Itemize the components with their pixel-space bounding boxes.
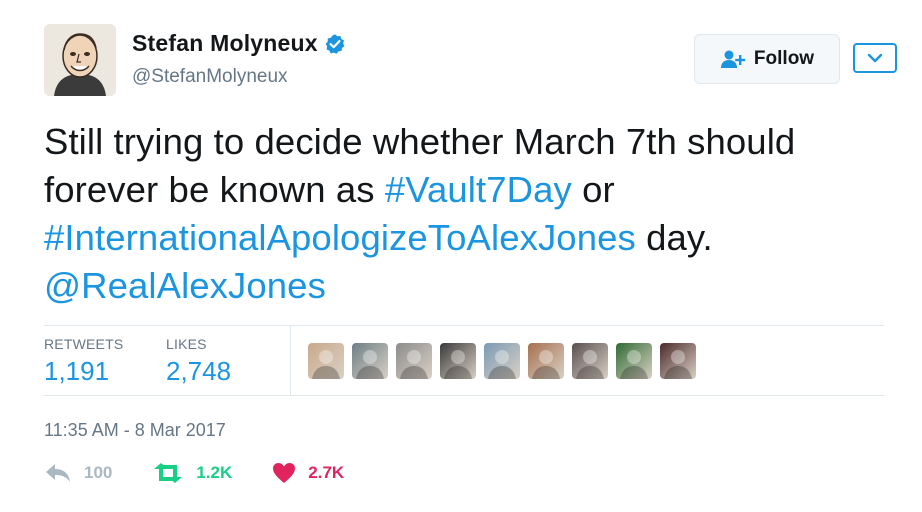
chevron-down-icon bbox=[867, 53, 883, 63]
liker-avatar-3[interactable] bbox=[396, 343, 432, 379]
likes-stat[interactable]: LIKES 2,748 bbox=[166, 336, 231, 387]
stats-divider-bottom bbox=[44, 395, 884, 396]
stats-separator bbox=[290, 326, 291, 395]
tweet-text: Still trying to decide whether March 7th… bbox=[44, 118, 904, 310]
author-name-row: Stefan Molyneux bbox=[132, 30, 346, 57]
like-count: 2.7K bbox=[308, 463, 345, 482]
mention-link-realalexjones[interactable]: @RealAlexJones bbox=[44, 265, 326, 306]
like-button[interactable]: 2.7K bbox=[272, 462, 344, 484]
cartoon-portrait-avatar-icon bbox=[44, 24, 116, 96]
liker-avatar-5[interactable] bbox=[484, 343, 520, 379]
stats-divider-top bbox=[44, 325, 884, 326]
author-avatar[interactable] bbox=[44, 24, 116, 96]
tweet-text-part: or bbox=[571, 169, 615, 210]
tweet-timestamp[interactable]: 11:35 AM - 8 Mar 2017 bbox=[44, 420, 226, 441]
liker-avatar-9[interactable] bbox=[660, 343, 696, 379]
retweets-label: RETWEETS bbox=[44, 336, 124, 352]
liker-avatar-8[interactable] bbox=[616, 343, 652, 379]
add-user-icon bbox=[720, 50, 746, 68]
reply-button[interactable]: 100 bbox=[44, 462, 112, 484]
author-handle[interactable]: @StefanMolyneux bbox=[132, 66, 288, 88]
verified-badge-icon bbox=[325, 33, 345, 54]
hashtag-link-apologize[interactable]: #InternationalApologizeToAlexJones bbox=[44, 217, 636, 258]
retweet-count: 1.2K bbox=[196, 463, 233, 482]
tweet-actions: 100 1.2K 2.7K bbox=[44, 462, 384, 484]
retweet-button[interactable]: 1.2K bbox=[152, 462, 232, 484]
heart-icon bbox=[273, 463, 296, 483]
reply-count: 100 bbox=[84, 463, 113, 482]
author-display-name[interactable]: Stefan Molyneux bbox=[132, 30, 318, 57]
retweets-stat[interactable]: RETWEETS 1,191 bbox=[44, 336, 123, 387]
tweet-menu-button[interactable] bbox=[853, 43, 897, 73]
likes-value: 2,748 bbox=[166, 356, 232, 386]
liker-avatar-6[interactable] bbox=[528, 343, 564, 379]
liker-avatars bbox=[308, 343, 704, 379]
liker-avatar-4[interactable] bbox=[440, 343, 476, 379]
follow-button[interactable]: Follow bbox=[694, 34, 840, 84]
follow-button-label: Follow bbox=[753, 48, 815, 69]
liker-avatar-1[interactable] bbox=[308, 343, 344, 379]
liker-avatar-7[interactable] bbox=[572, 343, 608, 379]
retweets-value: 1,191 bbox=[44, 356, 110, 386]
liker-avatar-2[interactable] bbox=[352, 343, 388, 379]
tweet-text-part: day. bbox=[635, 217, 713, 258]
retweet-icon bbox=[154, 463, 183, 483]
reply-icon bbox=[46, 464, 70, 482]
hashtag-link-vault7day[interactable]: #Vault7Day bbox=[385, 169, 572, 210]
likes-label: LIKES bbox=[166, 336, 207, 352]
